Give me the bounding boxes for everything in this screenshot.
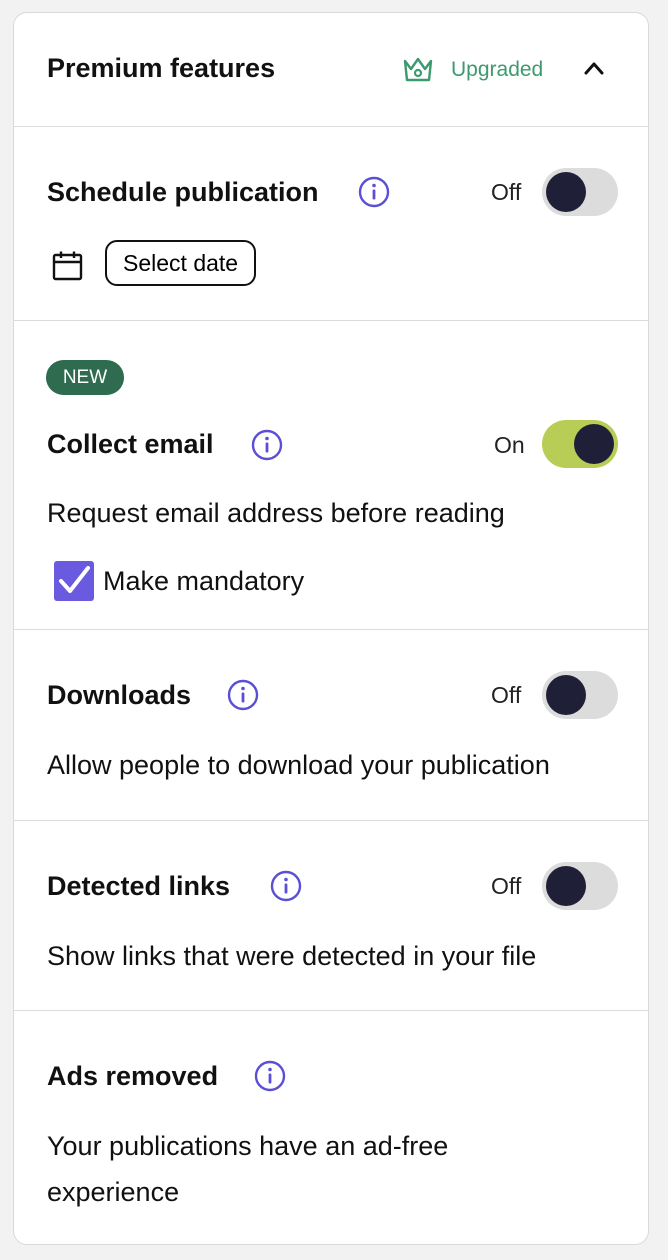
downloads-title: Downloads [47, 680, 192, 710]
select-date-button[interactable]: Select date [105, 240, 257, 286]
schedule-toggle[interactable] [542, 168, 618, 216]
toggle-knob [546, 172, 586, 212]
ads-removed-description-line2: experience [47, 1177, 180, 1207]
info-icon[interactable] [251, 429, 283, 461]
make-mandatory-checkbox[interactable] [54, 561, 94, 601]
make-mandatory-label[interactable]: Make mandatory [103, 566, 304, 597]
detected-links-title: Detected links [47, 871, 231, 901]
toggle-state-label: Off [491, 682, 522, 708]
toggle-state-label: On [494, 432, 525, 458]
toggle-knob [574, 424, 614, 464]
schedule-publication-title: Schedule publication [47, 177, 319, 207]
info-icon[interactable] [227, 679, 259, 711]
info-icon[interactable] [270, 870, 302, 902]
collect-email-section: NEW Collect email On Request email addre… [14, 320, 648, 630]
new-badge: NEW [46, 360, 124, 395]
downloads-toggle[interactable] [542, 671, 618, 719]
downloads-description: Allow people to download your publicatio… [47, 750, 550, 780]
collect-email-title: Collect email [47, 429, 214, 459]
detected-links-description: Show links that were detected in your fi… [47, 941, 537, 971]
schedule-publication-section: Schedule publication Off Select date [14, 126, 648, 321]
card-header[interactable]: Premium features Upgraded [14, 13, 648, 126]
checkmark-icon [59, 566, 90, 593]
upgraded-status: Upgraded [451, 58, 544, 81]
info-icon[interactable] [358, 176, 390, 208]
toggle-state-label: Off [491, 873, 522, 899]
card-title: Premium features [47, 53, 276, 83]
toggle-knob [546, 866, 586, 906]
calendar-icon [52, 251, 83, 281]
downloads-section: Downloads Off Allow people to download y… [14, 629, 648, 821]
detected-links-section: Detected links Off Show links that were … [14, 820, 648, 1011]
crown-icon [403, 57, 433, 82]
ads-removed-section: Ads removed Your publications have an ad… [14, 1010, 648, 1244]
ads-removed-title: Ads removed [47, 1061, 219, 1091]
collect-email-description: Request email address before reading [47, 498, 505, 528]
info-icon[interactable] [254, 1060, 286, 1092]
toggle-knob [546, 675, 586, 715]
detected-links-toggle[interactable] [542, 862, 618, 910]
chevron-up-icon[interactable] [583, 60, 605, 76]
premium-features-card: Premium features Upgraded Schedule publi… [13, 12, 649, 1245]
collect-email-toggle[interactable] [542, 420, 618, 468]
ads-removed-description-line1: Your publications have an ad-free [47, 1131, 449, 1161]
toggle-state-label: Off [491, 179, 522, 205]
